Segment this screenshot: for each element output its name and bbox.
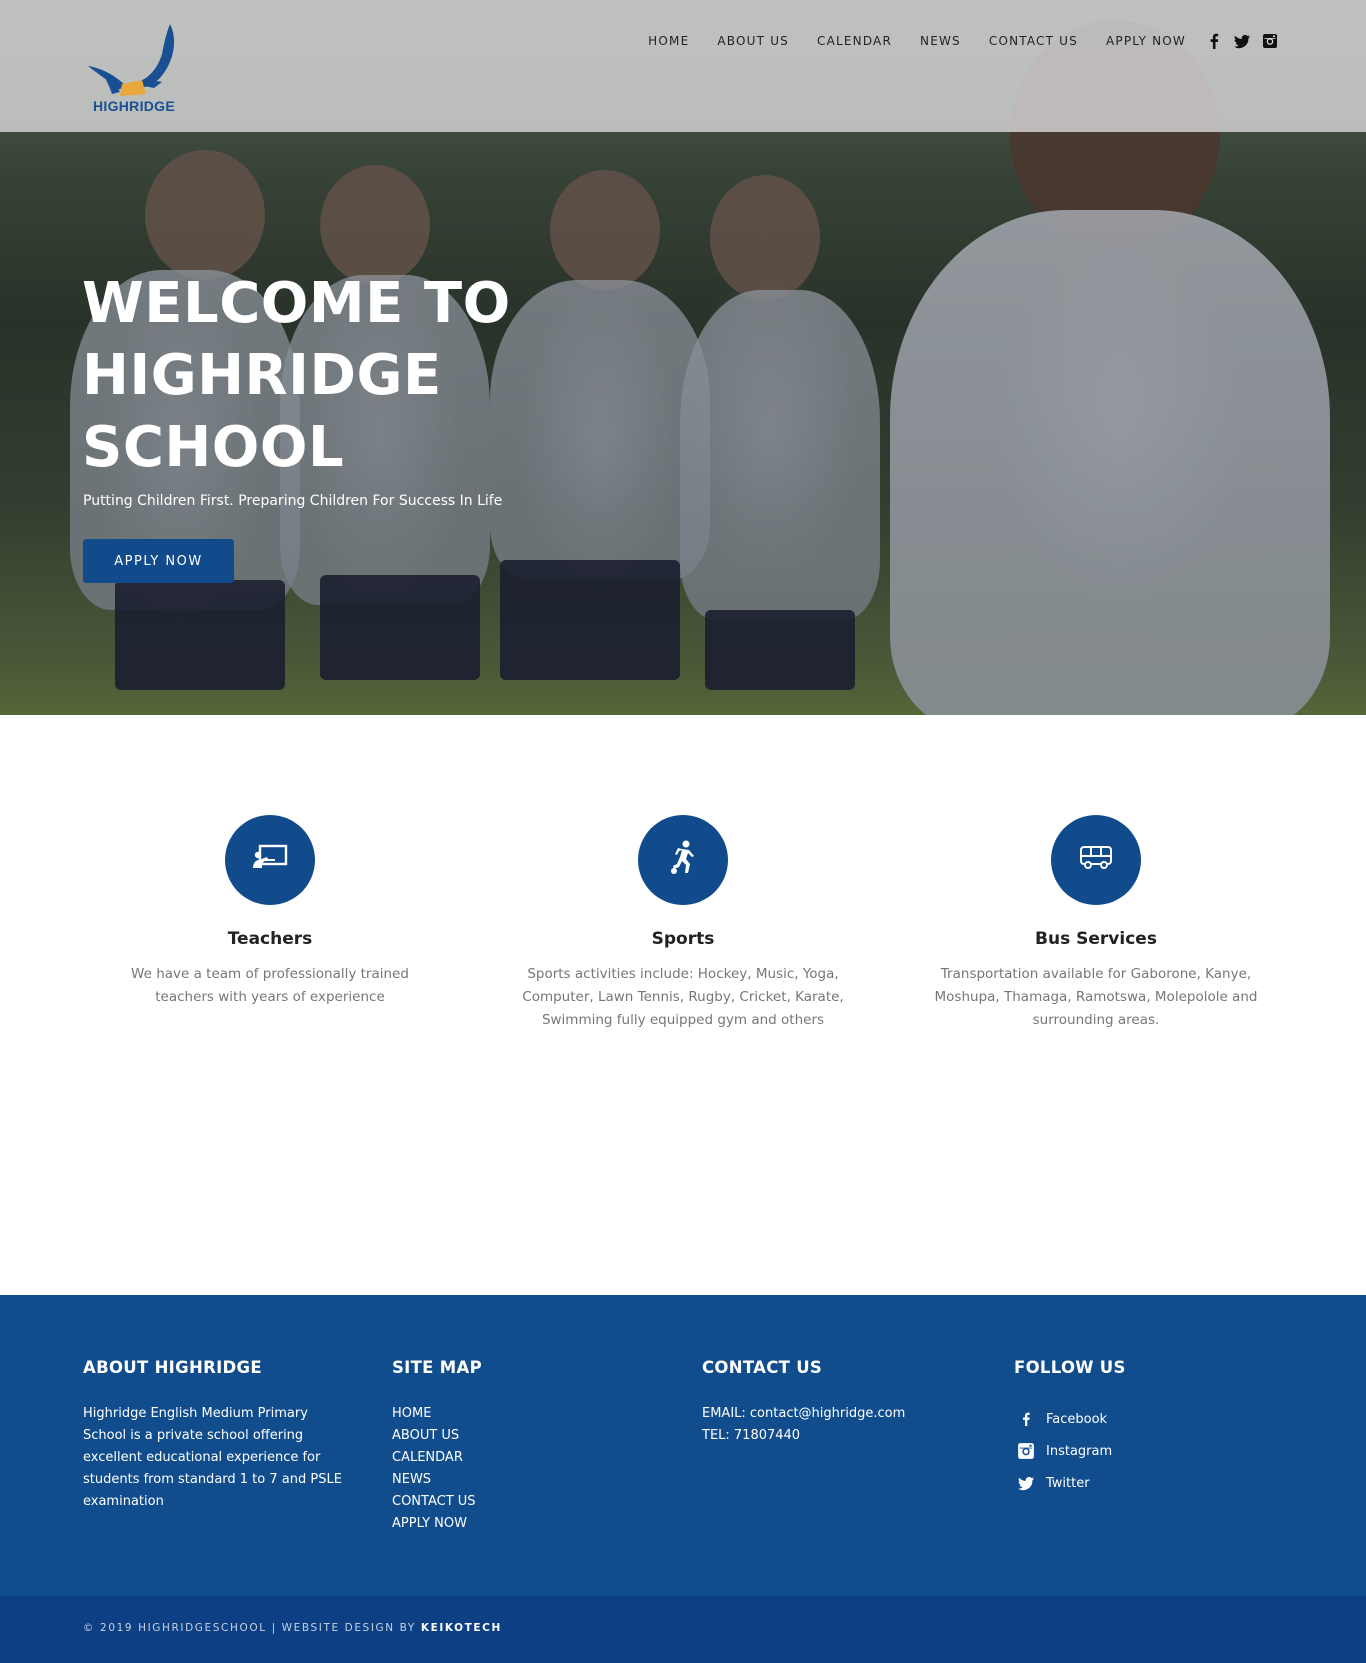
twitter-icon: [1016, 1473, 1036, 1493]
feature-text: Sports activities include: Hockey, Music…: [522, 966, 844, 1028]
hero-title: WELCOME TO HIGHRIDGE SCHOOL: [82, 268, 602, 484]
facebook-icon: [1016, 1409, 1036, 1429]
soccer-player-icon: [668, 840, 698, 881]
header-social-links: [1206, 33, 1278, 49]
sitemap-link-calendar[interactable]: CALENDAR: [392, 1447, 612, 1469]
feature-icon-circle: [1051, 815, 1141, 905]
footer-about-text: Highridge English Medium Primary School …: [83, 1406, 342, 1509]
designer-link[interactable]: KEIKOTECH: [421, 1622, 502, 1634]
nav-calendar[interactable]: CALENDAR: [817, 34, 892, 48]
follow-instagram[interactable]: Instagram: [1014, 1435, 1234, 1467]
contact-tel: TEL: 71807440: [702, 1428, 801, 1443]
bus-icon: [1079, 845, 1113, 876]
footer-heading: ABOUT HIGHRIDGE: [83, 1358, 262, 1377]
footer-contact: CONTACT US EMAIL: contact@highridge.com …: [702, 1358, 942, 1447]
follow-label: Instagram: [1046, 1443, 1113, 1459]
hero-subtitle: Putting Children First. Preparing Childr…: [83, 493, 503, 509]
sitemap-link-home[interactable]: HOME: [392, 1403, 612, 1425]
footer-sitemap: SITE MAP HOME ABOUT US CALENDAR NEWS CON…: [392, 1358, 612, 1535]
site-footer: ABOUT HIGHRIDGE Highridge English Medium…: [0, 1295, 1366, 1596]
nav-apply-now[interactable]: APPLY NOW: [1106, 34, 1186, 48]
feature-icon-circle: [638, 815, 728, 905]
feature-title: Bus Services: [1035, 929, 1157, 949]
twitter-icon[interactable]: [1234, 33, 1250, 49]
sitemap-link-apply-now[interactable]: APPLY NOW: [392, 1513, 612, 1535]
main-nav: HOME ABOUT US CALENDAR NEWS CONTACT US A…: [620, 34, 1186, 48]
hero-title-line: WELCOME TO: [82, 271, 511, 336]
contact-email[interactable]: EMAIL: contact@highridge.com: [702, 1406, 905, 1421]
footer-heading: CONTACT US: [702, 1358, 823, 1377]
follow-twitter[interactable]: Twitter: [1014, 1467, 1234, 1499]
instagram-icon: [1016, 1441, 1036, 1461]
nav-home[interactable]: HOME: [648, 34, 689, 48]
logo-text: HIGHRIDGE: [92, 98, 176, 114]
footer-heading: FOLLOW US: [1014, 1358, 1126, 1377]
nav-news[interactable]: NEWS: [920, 34, 961, 48]
sitemap-link-contact-us[interactable]: CONTACT US: [392, 1491, 612, 1513]
feature-card-sports: Sports Sports activities include: Hockey…: [518, 815, 848, 1032]
feature-icon-circle: [225, 815, 315, 905]
apply-now-button[interactable]: APPLY NOW: [83, 539, 234, 583]
sitemap-list: HOME ABOUT US CALENDAR NEWS CONTACT US A…: [392, 1403, 612, 1535]
sitemap-link-about-us[interactable]: ABOUT US: [392, 1425, 612, 1447]
copyright-bar: © 2019 HIGHRIDGESCHOOL | WEBSITE DESIGN …: [0, 1596, 1366, 1663]
site-logo[interactable]: HIGHRIDGE: [82, 22, 186, 114]
feature-title: Sports: [651, 929, 715, 949]
eagle-logo-icon: [88, 24, 175, 96]
contact-details: EMAIL: contact@highridge.com TEL: 718074…: [702, 1403, 942, 1447]
follow-label: Twitter: [1046, 1475, 1090, 1491]
features-section: Teachers We have a team of professionall…: [0, 715, 1366, 1295]
sitemap-link-news[interactable]: NEWS: [392, 1469, 612, 1491]
feature-title: Teachers: [227, 929, 313, 949]
teacher-board-icon: [251, 843, 289, 878]
follow-list: Facebook Instagram Twitter: [1014, 1403, 1234, 1499]
hero-title-line: HIGHRIDGE: [82, 343, 442, 408]
copyright-text: © 2019 HIGHRIDGESCHOOL | WEBSITE DESIGN …: [83, 1622, 502, 1634]
site-header: HIGHRIDGE HOME ABOUT US CALENDAR NEWS CO…: [0, 0, 1366, 132]
feature-card-bus-services: Bus Services Transportation available fo…: [931, 815, 1261, 1032]
footer-follow: FOLLOW US Facebook Instagram Twitter: [1014, 1358, 1234, 1499]
facebook-icon[interactable]: [1206, 33, 1222, 49]
follow-facebook[interactable]: Facebook: [1014, 1403, 1234, 1435]
copyright-prefix: © 2019 HIGHRIDGESCHOOL | WEBSITE DESIGN …: [83, 1622, 416, 1634]
nav-contact-us[interactable]: CONTACT US: [989, 34, 1078, 48]
feature-card-teachers: Teachers We have a team of professionall…: [105, 815, 435, 1009]
feature-text: Transportation available for Gaborone, K…: [934, 966, 1258, 1028]
nav-about-us[interactable]: ABOUT US: [717, 34, 789, 48]
instagram-icon[interactable]: [1262, 33, 1278, 49]
hero-title-line: SCHOOL: [82, 415, 345, 480]
follow-label: Facebook: [1046, 1411, 1108, 1427]
footer-about: ABOUT HIGHRIDGE Highridge English Medium…: [83, 1358, 353, 1513]
footer-heading: SITE MAP: [392, 1358, 482, 1377]
feature-text: We have a team of professionally trained…: [131, 966, 409, 1005]
